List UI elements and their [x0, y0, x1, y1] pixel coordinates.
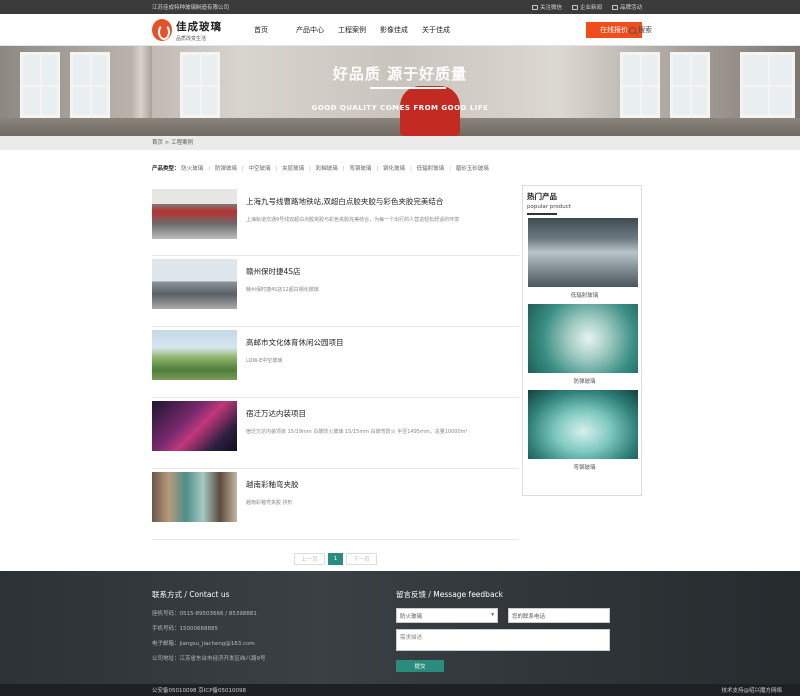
filter-option[interactable]: 彩釉玻璃	[316, 166, 338, 172]
case-thumbnail[interactable]	[152, 330, 237, 380]
product-name[interactable]: 低辐射玻璃	[528, 291, 641, 299]
wechat-link[interactable]: 关注微信	[531, 3, 562, 11]
case-item[interactable]: 赣州保时捷4S店 赣州保时捷4S店12超白钢化玻璃	[152, 256, 519, 327]
breadcrumb[interactable]: 首页 > 工程案例	[152, 136, 642, 150]
product-card[interactable]: 弯钢玻璃	[528, 390, 641, 471]
page-button-current[interactable]: 1	[327, 553, 344, 565]
filter-label: 产品类型：	[152, 166, 180, 172]
product-image[interactable]	[528, 390, 638, 459]
case-thumbnail[interactable]	[152, 259, 237, 309]
filter-option[interactable]: 中空玻璃	[249, 166, 271, 172]
search-button[interactable]: 搜索	[629, 25, 652, 35]
case-item[interactable]: 上海九号线曹路地铁站,双超白点胶夹胶与彩色夹胶完美结合 上海轨道交通9号线双超白…	[152, 185, 519, 256]
banner-subtitle: GOOD QUALITY COMES FROM GOOD LIFE	[311, 104, 489, 112]
filter-option[interactable]: 弯钢玻璃	[349, 166, 371, 172]
phone-input[interactable]: 您的联系电话	[508, 608, 610, 623]
filter-option[interactable]: 磨砂玉砂玻璃	[456, 166, 489, 172]
case-description: 宿迁万达内装项目 15/19mm 白玻防火玻璃 15/15mm 白玻弯防火 半径…	[246, 429, 468, 435]
news-link[interactable]: 企业新闻	[571, 3, 602, 11]
case-title[interactable]: 赣州保时捷4S店	[246, 266, 319, 277]
banner-divider	[370, 87, 446, 89]
main-nav: 首页 产品中心 工程案例 影像佳成 关于佳成	[252, 25, 462, 35]
filter-option[interactable]: 夹层玻璃	[282, 166, 304, 172]
case-title[interactable]: 宿迁万达内装项目	[246, 408, 468, 419]
submit-button[interactable]: 提交	[396, 660, 444, 672]
nav-cases[interactable]: 工程案例	[336, 25, 378, 35]
description-textarea[interactable]: 需求描述	[396, 629, 610, 651]
logo-slogan: 品质改变生活	[176, 35, 207, 42]
case-title[interactable]: 上海九号线曹路地铁站,双超白点胶夹胶与彩色夹胶完美结合	[246, 196, 459, 207]
hero-banner: 好品质 源于好质量 GOOD QUALITY COMES FROM GOOD L…	[0, 46, 800, 136]
case-description: 赣州保时捷4S店12超白钢化玻璃	[246, 287, 319, 293]
filter-option[interactable]: 低辐射玻璃	[417, 166, 445, 172]
product-type-filter: 产品类型： 防火玻璃 | 防弹玻璃 | 中空玻璃 | 夹层玻璃 | 彩釉玻璃 | 弯钢玻璃…	[152, 166, 489, 172]
contact-mobile: 手机号码：15000668885	[152, 626, 218, 632]
filter-option[interactable]: 钢化玻璃	[383, 166, 405, 172]
search-icon	[629, 26, 636, 34]
case-thumbnail[interactable]	[152, 189, 237, 239]
product-image[interactable]	[528, 304, 638, 373]
sidebar-title-underline	[527, 213, 557, 215]
icp-record[interactable]: 公安备05010098 京ICP备05010098	[152, 686, 246, 694]
next-page-button[interactable]: 下一页	[346, 553, 377, 565]
prev-page-button[interactable]: 上一页	[294, 553, 325, 565]
brand-icon	[611, 4, 618, 10]
product-type-select[interactable]: 防火玻璃 ▾	[396, 608, 498, 623]
wechat-icon	[531, 4, 538, 10]
contact-section: 联系方式 / Contact us 座机号码：0515-89503666 / 8…	[152, 571, 396, 672]
pagination: 上一页 1 下一页	[29, 553, 642, 565]
nav-home[interactable]: 首页	[252, 25, 294, 35]
contact-email: 电子邮箱：jiangsu_jiacheng@163.com	[152, 641, 255, 647]
case-description: LOW-E中空玻璃	[246, 358, 283, 364]
header: 佳成玻璃 品质改变生活 首页 产品中心 工程案例 影像佳成 关于佳成 在线报价 …	[0, 14, 800, 46]
sidebar-title: 热门产品	[527, 192, 557, 201]
case-description: 上海轨道交通9号线双超白点胶夹胶与彩色夹胶完美结合，为每一个出行的人营造轻松舒适…	[246, 217, 460, 223]
case-list: 上海九号线曹路地铁站,双超白点胶夹胶与彩色夹胶完美结合 上海轨道交通9号线双超白…	[152, 185, 519, 540]
product-card[interactable]: 防弹玻璃	[528, 304, 641, 385]
case-title[interactable]: 高邮市文化体育休闲公园项目	[246, 337, 344, 348]
case-title[interactable]: 越南彩釉弯夹胶	[246, 479, 299, 490]
feedback-form: 留言反馈 / Message feedback 防火玻璃 ▾ 您的联系电话 需求…	[396, 571, 610, 672]
feedback-title: 留言反馈 / Message feedback	[396, 590, 504, 599]
logo[interactable]: 佳成玻璃 品质改变生活	[152, 19, 244, 42]
tech-support[interactable]: 技术支持@绍兴魔方网络	[721, 686, 782, 694]
case-item[interactable]: 宿迁万达内装项目 宿迁万达内装项目 15/19mm 白玻防火玻璃 15/15mm…	[152, 398, 519, 469]
contact-address: 公司地址：江苏省东台市经济开发区纬八路9号	[152, 656, 266, 662]
banner-title: 好品质 源于好质量	[332, 65, 468, 83]
sidebar-subtitle: popular product	[527, 204, 571, 210]
nav-about[interactable]: 关于佳成	[420, 25, 462, 35]
case-item[interactable]: 越南彩釉弯夹胶 越南彩釉弯夹胶 拱形	[152, 469, 519, 540]
product-name[interactable]: 弯钢玻璃	[528, 463, 641, 471]
popular-products-sidebar: 热门产品 popular product 低辐射玻璃 防弹玻璃 弯钢玻璃	[522, 185, 642, 496]
breadcrumb-bar: 首页 > 工程案例	[0, 136, 800, 150]
top-links: 关注微信 企业新闻 品牌活动	[531, 3, 642, 11]
top-bar: 江苏佳成特种玻璃制造有限公司 关注微信 企业新闻 品牌活动	[0, 0, 800, 14]
product-card[interactable]: 低辐射玻璃	[528, 218, 641, 299]
product-image[interactable]	[528, 218, 638, 287]
news-icon	[571, 4, 578, 10]
filter-option[interactable]: 防弹玻璃	[215, 166, 237, 172]
filter-option[interactable]: 防火玻璃	[181, 166, 203, 172]
product-name[interactable]: 防弹玻璃	[528, 377, 641, 385]
case-item[interactable]: 高邮市文化体育休闲公园项目 LOW-E中空玻璃	[152, 327, 519, 398]
logo-name: 佳成玻璃	[176, 20, 222, 33]
contact-title: 联系方式 / Contact us	[152, 590, 230, 599]
nav-products[interactable]: 产品中心	[294, 25, 336, 35]
brand-link[interactable]: 品牌活动	[611, 3, 642, 11]
case-thumbnail[interactable]	[152, 472, 237, 522]
dropdown-arrow-icon: ▾	[491, 612, 494, 618]
contact-landline: 座机号码：0515-89503666 / 85398881	[152, 611, 257, 617]
nav-gallery[interactable]: 影像佳成	[378, 25, 420, 35]
case-description: 越南彩釉弯夹胶 拱形	[246, 500, 293, 506]
footer: 联系方式 / Contact us 座机号码：0515-89503666 / 8…	[0, 571, 800, 696]
logo-mark-icon	[152, 19, 172, 41]
copyright-bar: 公安备05010098 京ICP备05010098 技术支持@绍兴魔方网络	[0, 684, 800, 696]
case-thumbnail[interactable]	[152, 401, 237, 451]
company-name: 江苏佳成特种玻璃制造有限公司	[152, 5, 230, 11]
